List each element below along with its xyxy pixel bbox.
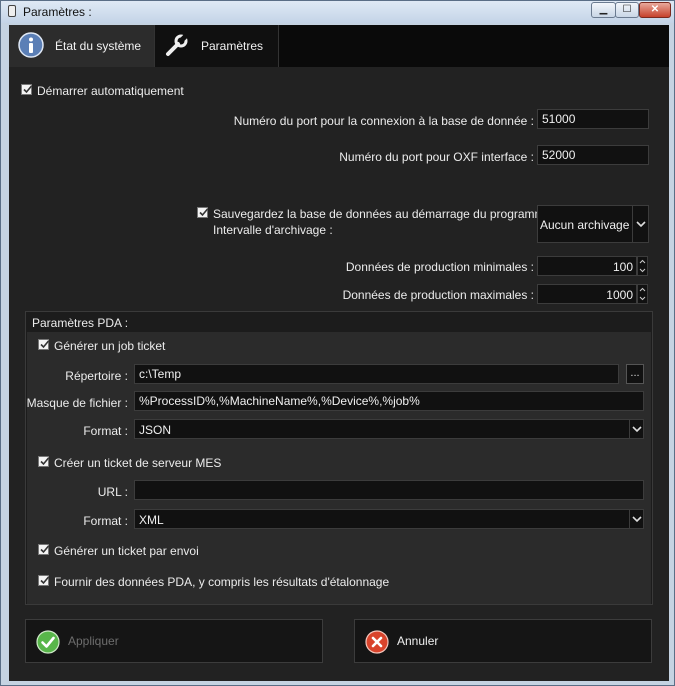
autostart-checkbox[interactable] bbox=[21, 84, 33, 95]
check-icon bbox=[40, 457, 50, 466]
db-port-input[interactable] bbox=[537, 109, 649, 129]
calibration-label: Fournir des données PDA, y compris les r… bbox=[54, 575, 390, 589]
url-input[interactable] bbox=[134, 480, 644, 500]
window-title: Paramètres : bbox=[23, 5, 92, 19]
chevron-down-icon[interactable] bbox=[629, 420, 643, 438]
close-button[interactable]: ✕ bbox=[639, 2, 671, 18]
mes-ticket-label: Créer un ticket de serveur MES bbox=[54, 456, 222, 470]
cancel-button[interactable]: Annuler bbox=[354, 619, 652, 663]
format-xml-select[interactable]: XML bbox=[134, 509, 644, 529]
check-icon bbox=[40, 545, 50, 554]
tab-label: Paramètres bbox=[201, 39, 264, 53]
calibration-checkbox[interactable] bbox=[38, 575, 50, 586]
wrench-icon bbox=[166, 33, 189, 56]
oxf-port-label: Numéro du port pour OXF interface : bbox=[339, 150, 534, 164]
mes-ticket-checkbox[interactable] bbox=[38, 456, 50, 467]
min-prod-label: Données de production minimales : bbox=[345, 260, 534, 274]
job-ticket-label: Générer un job ticket bbox=[54, 339, 166, 353]
window-icon bbox=[8, 5, 16, 17]
checkmark-icon bbox=[36, 630, 60, 654]
format-json-label: Format : bbox=[83, 424, 128, 438]
pda-group: Paramètres PDA : Générer un job ticket R… bbox=[25, 311, 653, 605]
format-xml-value: XML bbox=[139, 513, 164, 527]
autostart-label: Démarrer automatiquement bbox=[37, 84, 184, 98]
archive-interval-value: Aucun archivage bbox=[540, 218, 630, 232]
max-prod-value: 1000 bbox=[606, 288, 633, 302]
tab-label: État du système bbox=[55, 39, 142, 53]
minimize-button[interactable]: ▁ bbox=[591, 2, 616, 18]
max-prod-spinner[interactable] bbox=[637, 284, 648, 304]
check-icon bbox=[199, 208, 209, 217]
apply-label: Appliquer bbox=[68, 634, 119, 648]
min-prod-value: 100 bbox=[612, 260, 633, 274]
cancel-label: Annuler bbox=[397, 634, 439, 648]
file-mask-input[interactable] bbox=[134, 391, 644, 411]
per-send-label: Générer un ticket par envoi bbox=[54, 544, 199, 558]
format-json-value: JSON bbox=[139, 423, 172, 437]
settings-window: Paramètres : ▁ ☐ ✕ État du système Param… bbox=[0, 0, 675, 686]
check-icon bbox=[40, 576, 50, 585]
info-icon bbox=[18, 32, 44, 58]
title-bar: Paramètres : ▁ ☐ ✕ bbox=[1, 1, 674, 23]
save-db-label: Sauvegardez la base de données au démarr… bbox=[213, 207, 555, 221]
format-xml-label: Format : bbox=[83, 514, 128, 528]
directory-input[interactable] bbox=[134, 364, 619, 384]
pda-group-title: Paramètres PDA : bbox=[32, 316, 129, 330]
settings-panel: Démarrer automatiquement Numéro du port … bbox=[9, 67, 669, 681]
min-prod-input[interactable]: 100 bbox=[537, 256, 637, 276]
max-prod-input[interactable]: 1000 bbox=[537, 284, 637, 304]
max-prod-label: Données de production maximales : bbox=[342, 288, 534, 302]
check-icon bbox=[23, 85, 33, 94]
maximize-button[interactable]: ☐ bbox=[615, 2, 639, 18]
per-send-checkbox[interactable] bbox=[38, 544, 50, 555]
cancel-icon bbox=[365, 630, 389, 654]
format-json-select[interactable]: JSON bbox=[134, 419, 644, 439]
min-prod-spinner[interactable] bbox=[637, 256, 648, 276]
check-icon bbox=[40, 340, 50, 349]
url-label: URL : bbox=[97, 485, 128, 499]
file-mask-label: Masque de fichier : bbox=[26, 396, 128, 410]
tab-settings[interactable]: Paramètres bbox=[155, 25, 279, 67]
directory-label: Répertoire : bbox=[65, 369, 128, 383]
pda-group-body: Générer un job ticket Répertoire : ... M… bbox=[27, 332, 651, 604]
tab-strip: État du système Paramètres bbox=[9, 25, 669, 67]
archive-interval-label: Intervalle d'archivage : bbox=[213, 223, 333, 237]
db-port-label: Numéro du port pour la connexion à la ba… bbox=[233, 114, 534, 128]
job-ticket-checkbox[interactable] bbox=[38, 339, 50, 350]
archive-interval-select[interactable]: Aucun archivage bbox=[537, 205, 649, 243]
oxf-port-input[interactable] bbox=[537, 145, 649, 165]
chevron-down-icon[interactable] bbox=[629, 510, 643, 528]
apply-button[interactable]: Appliquer bbox=[25, 619, 323, 663]
dialog-client: État du système Paramètres Démarrer auto… bbox=[9, 25, 669, 681]
tab-system-status[interactable]: État du système bbox=[9, 25, 155, 67]
chevron-down-icon[interactable] bbox=[632, 206, 648, 242]
save-db-checkbox[interactable] bbox=[197, 207, 209, 218]
browse-button[interactable]: ... bbox=[626, 364, 644, 384]
